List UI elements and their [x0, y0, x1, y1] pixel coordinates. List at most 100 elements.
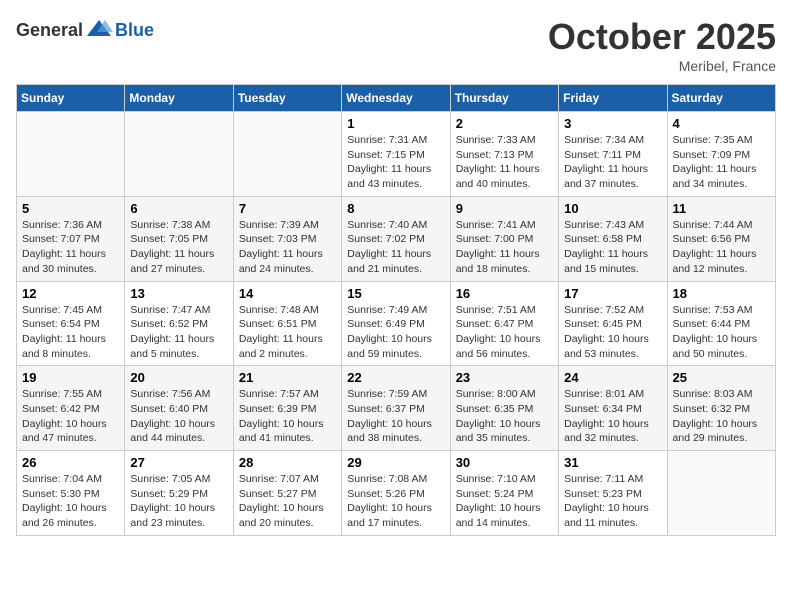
calendar-cell: 18 Sunrise: 7:53 AM Sunset: 6:44 PM Dayli…	[667, 281, 775, 366]
day-number: 3	[564, 116, 661, 131]
day-info: Sunrise: 7:04 AM Sunset: 5:30 PM Dayligh…	[22, 472, 119, 531]
weekday-header-cell: Saturday	[667, 85, 775, 112]
day-number: 18	[673, 286, 770, 301]
calendar-cell: 5 Sunrise: 7:36 AM Sunset: 7:07 PM Daylig…	[17, 196, 125, 281]
calendar-cell: 22 Sunrise: 7:59 AM Sunset: 6:37 PM Dayli…	[342, 366, 450, 451]
calendar-body: 1 Sunrise: 7:31 AM Sunset: 7:15 PM Daylig…	[17, 112, 776, 536]
day-number: 12	[22, 286, 119, 301]
calendar-week-row: 26 Sunrise: 7:04 AM Sunset: 5:30 PM Dayli…	[17, 451, 776, 536]
calendar-table: SundayMondayTuesdayWednesdayThursdayFrid…	[16, 84, 776, 536]
calendar-cell: 10Sunrise: 7:43 AM Sunset: 6:58 PM Dayli…	[559, 196, 667, 281]
calendar-cell: 25 Sunrise: 8:03 AM Sunset: 6:32 PM Dayli…	[667, 366, 775, 451]
calendar-cell: 28 Sunrise: 7:07 AM Sunset: 5:27 PM Dayli…	[233, 451, 341, 536]
calendar-cell: 14 Sunrise: 7:48 AM Sunset: 6:51 PM Dayli…	[233, 281, 341, 366]
day-number: 19	[22, 370, 119, 385]
day-info: Sunrise: 7:59 AM Sunset: 6:37 PM Dayligh…	[347, 387, 444, 446]
calendar-cell: 16Sunrise: 7:51 AM Sunset: 6:47 PM Dayli…	[450, 281, 558, 366]
day-number: 25	[673, 370, 770, 385]
day-number: 15	[347, 286, 444, 301]
weekday-header-cell: Tuesday	[233, 85, 341, 112]
day-info: Sunrise: 7:11 AM Sunset: 5:23 PM Dayligh…	[564, 472, 661, 531]
day-info: Sunrise: 7:43 AM Sunset: 6:58 PM Dayligh…	[564, 218, 661, 277]
day-number: 11	[673, 201, 770, 216]
calendar-cell: 12 Sunrise: 7:45 AM Sunset: 6:54 PM Dayli…	[17, 281, 125, 366]
calendar-cell: 24 Sunrise: 8:01 AM Sunset: 6:34 PM Dayli…	[559, 366, 667, 451]
calendar-cell	[667, 451, 775, 536]
calendar-cell: 19 Sunrise: 7:55 AM Sunset: 6:42 PM Dayli…	[17, 366, 125, 451]
day-number: 2	[456, 116, 553, 131]
day-number: 22	[347, 370, 444, 385]
calendar-cell: 9 Sunrise: 7:41 AM Sunset: 7:00 PM Daylig…	[450, 196, 558, 281]
calendar-cell: 15 Sunrise: 7:49 AM Sunset: 6:49 PM Dayli…	[342, 281, 450, 366]
title-block: October 2025 Meribel, France	[548, 16, 776, 74]
day-number: 23	[456, 370, 553, 385]
calendar-week-row: 12 Sunrise: 7:45 AM Sunset: 6:54 PM Dayli…	[17, 281, 776, 366]
day-number: 14	[239, 286, 336, 301]
day-info: Sunrise: 7:48 AM Sunset: 6:51 PM Dayligh…	[239, 303, 336, 362]
page-header: General Blue October 2025 Meribel, Franc…	[16, 16, 776, 74]
calendar-cell: 20Sunrise: 7:56 AM Sunset: 6:40 PM Dayli…	[125, 366, 233, 451]
logo-icon	[85, 16, 113, 44]
day-info: Sunrise: 7:44 AM Sunset: 6:56 PM Dayligh…	[673, 218, 770, 277]
calendar-cell: 21 Sunrise: 7:57 AM Sunset: 6:39 PM Dayli…	[233, 366, 341, 451]
day-number: 30	[456, 455, 553, 470]
weekday-header-cell: Thursday	[450, 85, 558, 112]
calendar-cell: 23 Sunrise: 8:00 AM Sunset: 6:35 PM Dayli…	[450, 366, 558, 451]
weekday-header-cell: Monday	[125, 85, 233, 112]
calendar-week-row: 1 Sunrise: 7:31 AM Sunset: 7:15 PM Daylig…	[17, 112, 776, 197]
calendar-cell: 2Sunrise: 7:33 AM Sunset: 7:13 PM Daylig…	[450, 112, 558, 197]
day-info: Sunrise: 8:00 AM Sunset: 6:35 PM Dayligh…	[456, 387, 553, 446]
calendar-cell: 31Sunrise: 7:11 AM Sunset: 5:23 PM Dayli…	[559, 451, 667, 536]
day-number: 5	[22, 201, 119, 216]
day-info: Sunrise: 7:55 AM Sunset: 6:42 PM Dayligh…	[22, 387, 119, 446]
day-info: Sunrise: 7:07 AM Sunset: 5:27 PM Dayligh…	[239, 472, 336, 531]
day-info: Sunrise: 7:45 AM Sunset: 6:54 PM Dayligh…	[22, 303, 119, 362]
day-number: 24	[564, 370, 661, 385]
day-info: Sunrise: 7:47 AM Sunset: 6:52 PM Dayligh…	[130, 303, 227, 362]
calendar-cell: 1 Sunrise: 7:31 AM Sunset: 7:15 PM Daylig…	[342, 112, 450, 197]
day-info: Sunrise: 7:34 AM Sunset: 7:11 PM Dayligh…	[564, 133, 661, 192]
day-number: 4	[673, 116, 770, 131]
day-number: 28	[239, 455, 336, 470]
calendar-cell: 6Sunrise: 7:38 AM Sunset: 7:05 PM Daylig…	[125, 196, 233, 281]
day-number: 13	[130, 286, 227, 301]
month-title: October 2025	[548, 16, 776, 58]
day-info: Sunrise: 7:39 AM Sunset: 7:03 PM Dayligh…	[239, 218, 336, 277]
day-number: 26	[22, 455, 119, 470]
day-info: Sunrise: 7:49 AM Sunset: 6:49 PM Dayligh…	[347, 303, 444, 362]
day-info: Sunrise: 7:35 AM Sunset: 7:09 PM Dayligh…	[673, 133, 770, 192]
calendar-cell: 29Sunrise: 7:08 AM Sunset: 5:26 PM Dayli…	[342, 451, 450, 536]
day-number: 16	[456, 286, 553, 301]
day-number: 9	[456, 201, 553, 216]
calendar-cell: 13 Sunrise: 7:47 AM Sunset: 6:52 PM Dayli…	[125, 281, 233, 366]
day-info: Sunrise: 7:41 AM Sunset: 7:00 PM Dayligh…	[456, 218, 553, 277]
weekday-header-row: SundayMondayTuesdayWednesdayThursdayFrid…	[17, 85, 776, 112]
calendar-cell: 26 Sunrise: 7:04 AM Sunset: 5:30 PM Dayli…	[17, 451, 125, 536]
calendar-cell: 4 Sunrise: 7:35 AM Sunset: 7:09 PM Daylig…	[667, 112, 775, 197]
calendar-cell	[233, 112, 341, 197]
calendar-cell: 7 Sunrise: 7:39 AM Sunset: 7:03 PM Daylig…	[233, 196, 341, 281]
day-info: Sunrise: 7:38 AM Sunset: 7:05 PM Dayligh…	[130, 218, 227, 277]
day-info: Sunrise: 7:52 AM Sunset: 6:45 PM Dayligh…	[564, 303, 661, 362]
day-info: Sunrise: 7:10 AM Sunset: 5:24 PM Dayligh…	[456, 472, 553, 531]
day-info: Sunrise: 7:56 AM Sunset: 6:40 PM Dayligh…	[130, 387, 227, 446]
day-info: Sunrise: 8:03 AM Sunset: 6:32 PM Dayligh…	[673, 387, 770, 446]
calendar-cell: 30 Sunrise: 7:10 AM Sunset: 5:24 PM Dayli…	[450, 451, 558, 536]
logo: General Blue	[16, 16, 154, 44]
day-number: 7	[239, 201, 336, 216]
calendar-cell	[125, 112, 233, 197]
day-info: Sunrise: 7:36 AM Sunset: 7:07 PM Dayligh…	[22, 218, 119, 277]
weekday-header-cell: Friday	[559, 85, 667, 112]
day-number: 1	[347, 116, 444, 131]
day-info: Sunrise: 7:53 AM Sunset: 6:44 PM Dayligh…	[673, 303, 770, 362]
weekday-header-cell: Sunday	[17, 85, 125, 112]
day-info: Sunrise: 8:01 AM Sunset: 6:34 PM Dayligh…	[564, 387, 661, 446]
day-number: 8	[347, 201, 444, 216]
calendar-cell: 27Sunrise: 7:05 AM Sunset: 5:29 PM Dayli…	[125, 451, 233, 536]
calendar-cell: 3 Sunrise: 7:34 AM Sunset: 7:11 PM Daylig…	[559, 112, 667, 197]
day-number: 17	[564, 286, 661, 301]
day-number: 21	[239, 370, 336, 385]
day-info: Sunrise: 7:31 AM Sunset: 7:15 PM Dayligh…	[347, 133, 444, 192]
calendar-cell: 8Sunrise: 7:40 AM Sunset: 7:02 PM Daylig…	[342, 196, 450, 281]
day-info: Sunrise: 7:57 AM Sunset: 6:39 PM Dayligh…	[239, 387, 336, 446]
